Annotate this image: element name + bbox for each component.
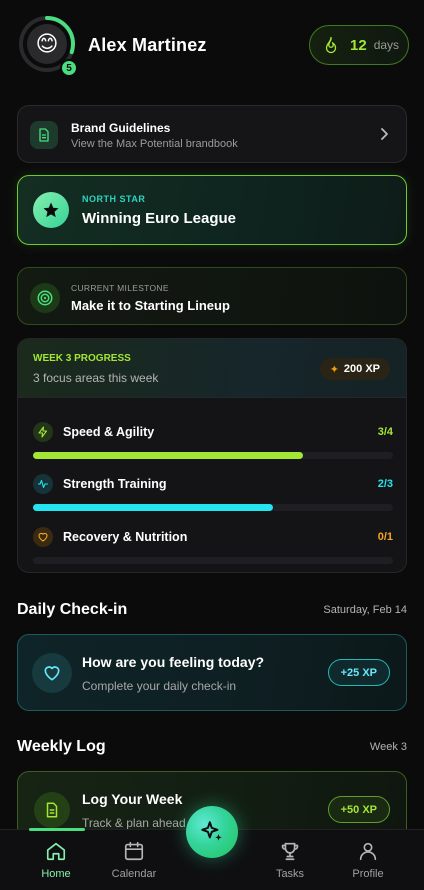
streak-pill[interactable]: 12 days [309,25,409,65]
trophy-icon [281,842,299,861]
daily-checkin-card[interactable]: How are you feeling today? Complete your… [17,634,407,711]
nav-label: Calendar [111,868,157,880]
brand-card-title: Brand Guidelines [71,121,171,135]
daily-checkin-heading: Daily Check-in [17,601,128,618]
nav-item-tasks[interactable]: Tasks [258,840,322,886]
xp-badge: ✦ 200 XP [319,358,390,380]
nav-label: Tasks [275,868,305,880]
milestone-card[interactable]: CURRENT MILESTONE Make it to Starting Li… [17,267,407,325]
north-star-card[interactable]: NORTH STAR Winning Euro League [17,175,407,245]
milestone-title: Make it to Starting Lineup [71,298,230,313]
pulse-icon [33,474,53,494]
nav-item-calendar[interactable]: Calendar [102,840,166,886]
week-progress-card: WEEK 3 PROGRESS 3 focus areas this week … [17,338,407,573]
flame-icon [325,36,337,54]
north-star-kicker: NORTH STAR [82,194,146,204]
avatar[interactable]: 😊 5 [17,14,78,77]
focus-area-count: 3/4 [377,426,393,438]
week-progress-header: WEEK 3 PROGRESS 3 focus areas this week … [18,339,406,398]
user-icon [359,842,377,861]
checkin-xp-pill: +25 XP [327,659,390,686]
daily-checkin-date: Saturday, Feb 14 [323,604,407,616]
header: 😊 5 Alex Martinez 12 days [17,14,409,78]
nav-item-profile[interactable]: Profile [336,840,400,886]
ai-assistant-button[interactable] [186,806,238,858]
app-screen: 😊 5 Alex Martinez 12 days Brand Guidelin… [0,0,424,890]
focus-area-label: Recovery & Nutrition [63,530,188,544]
level-badge: 5 [60,59,78,77]
progress-track [33,504,393,511]
heart-icon [33,527,53,547]
active-tab-indicator [29,828,85,831]
focus-area-strength[interactable]: Strength Training 2/3 [33,474,393,514]
user-name: Alex Martinez [88,35,207,55]
document-icon [30,121,58,149]
sparkle-icon [201,821,222,841]
checkin-subtitle: Complete your daily check-in [82,679,237,693]
chevron-right-icon [381,128,388,140]
focus-area-count: 2/3 [377,478,393,490]
focus-area-label: Speed & Agility [63,425,155,439]
brand-card-subtitle: View the Max Potential brandbook [71,138,238,150]
progress-track [33,557,393,564]
focus-area-count: 0/1 [377,531,393,543]
north-star-title: Winning Euro League [82,210,237,227]
xp-badge-value: 200 XP [343,363,380,375]
star-icon [33,192,69,228]
nav-label: Home [41,868,71,880]
streak-count: 12 [350,36,367,54]
progress-fill [33,504,274,511]
focus-area-recovery[interactable]: Recovery & Nutrition 0/1 [33,527,393,567]
clipboard-icon [34,792,70,828]
home-icon [46,842,66,861]
progress-fill [33,452,303,459]
nav-label: Profile [352,868,384,880]
focus-area-speed[interactable]: Speed & Agility 3/4 [33,422,393,462]
avatar-emoji: 😊 [27,24,67,64]
weekly-log-heading: Weekly Log [17,738,106,755]
sparkle-icon: ✦ [329,363,339,376]
target-icon [30,283,60,313]
lightning-icon [33,422,53,442]
nav-item-home[interactable]: Home [24,840,88,886]
week-progress-kicker: WEEK 3 PROGRESS [33,353,131,364]
weekly-log-week: Week 3 [369,741,407,753]
log-subtitle: Track & plan ahead [82,816,186,830]
log-xp-pill: +50 XP [327,796,390,823]
checkin-title: How are you feeling today? [82,654,265,670]
milestone-kicker: CURRENT MILESTONE [71,283,169,293]
brand-guidelines-card[interactable]: Brand Guidelines View the Max Potential … [17,105,407,163]
streak-unit: days [373,38,400,52]
focus-area-label: Strength Training [63,477,167,491]
heart-icon [32,653,72,693]
log-title: Log Your Week [82,791,183,807]
calendar-icon [124,841,144,861]
progress-track [33,452,393,459]
week-progress-subtitle: 3 focus areas this week [33,371,159,385]
